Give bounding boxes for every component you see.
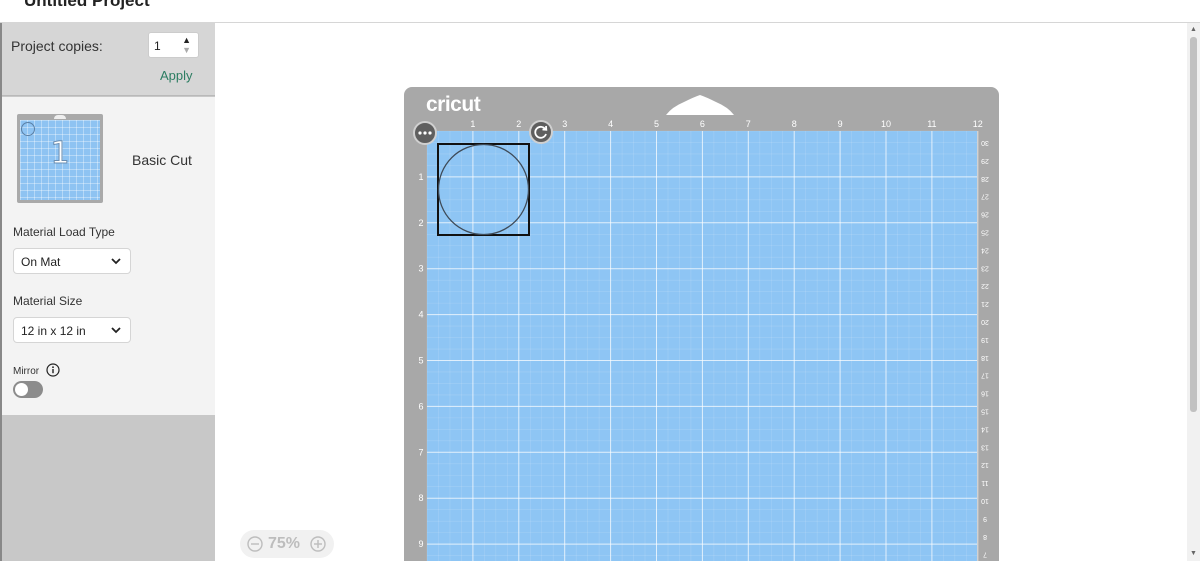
ruler-top-label: 10 xyxy=(881,119,891,129)
header: Untitled Project xyxy=(0,0,1200,23)
ruler-right-label: 20 xyxy=(981,318,989,325)
ruler-right-label: 30 xyxy=(981,139,989,146)
ruler-right-label: 24 xyxy=(981,246,989,253)
ruler-right-label: 18 xyxy=(981,354,989,361)
ruler-right-label: 7 xyxy=(983,551,987,558)
ruler-right-label: 17 xyxy=(981,372,989,379)
ruler-top-label: 2 xyxy=(516,119,521,129)
ruler-top-label: 9 xyxy=(838,119,843,129)
ruler-left-label: 5 xyxy=(418,356,423,366)
ruler-right-label: 14 xyxy=(981,425,989,432)
chevron-down-icon xyxy=(111,258,121,265)
ruler-right-label: 21 xyxy=(981,300,989,307)
ruler-top-label: 5 xyxy=(654,119,659,129)
increment-arrow-icon[interactable]: ▲ xyxy=(182,35,191,45)
ruler-top-label: 7 xyxy=(746,119,751,129)
ruler-left-label: 6 xyxy=(418,401,423,411)
copies-value: 1 xyxy=(154,39,161,53)
zoom-out-icon[interactable] xyxy=(247,536,263,552)
ruler-right-label: 13 xyxy=(981,443,989,450)
ruler-right-label: 29 xyxy=(981,157,989,164)
chevron-down-icon xyxy=(111,327,121,334)
ruler-right-label: 12 xyxy=(981,461,989,468)
scroll-up-arrow-icon[interactable]: ▲ xyxy=(1190,26,1197,33)
cricut-logo: cricut xyxy=(426,93,481,116)
ruler-left-label: 7 xyxy=(418,447,423,457)
ruler-left-label: 4 xyxy=(418,310,423,320)
ruler-top-label: 8 xyxy=(792,119,797,129)
scrollbar-thumb[interactable] xyxy=(1190,37,1197,412)
ruler-top-label: 1 xyxy=(470,119,475,129)
circle-shape-thumbnail xyxy=(21,122,35,136)
ruler-left-label: 1 xyxy=(418,172,423,182)
copies-panel: Project copies: 1 ▲ ▼ Apply xyxy=(2,23,215,96)
ruler-right-label: 26 xyxy=(981,211,989,218)
ruler-right-label: 27 xyxy=(981,193,989,200)
mat-thumbnail[interactable]: 1 xyxy=(17,114,103,203)
app-window: Untitled Project Project copies: 1 ▲ ▼ A… xyxy=(0,0,1200,561)
toggle-knob xyxy=(15,383,28,396)
mat-grid: 1 2 3 4 5 6 7 8 9 10 11 121234567893029282726252423… xyxy=(418,119,989,561)
ruler-left-label: 9 xyxy=(418,539,423,549)
ruler-right-label: 15 xyxy=(981,408,989,415)
copies-stepper[interactable]: 1 ▲ ▼ xyxy=(148,32,199,58)
material-size-select[interactable]: 12 in x 12 in xyxy=(13,317,131,343)
load-type-select[interactable]: On Mat xyxy=(13,248,131,274)
sidebar: Project copies: 1 ▲ ▼ Apply 1 Basic Cut … xyxy=(0,23,215,561)
copies-label: Project copies: xyxy=(11,38,103,54)
ruler-top-label: 6 xyxy=(700,119,705,129)
ruler-left-label: 3 xyxy=(418,264,423,274)
ruler-right-label: 10 xyxy=(981,497,989,504)
more-dots-icon xyxy=(418,131,432,135)
ruler-right-label: 23 xyxy=(981,264,989,271)
zoom-level: 75% xyxy=(268,535,301,552)
mirror-label: Mirror xyxy=(13,366,40,377)
ruler-right-label: 25 xyxy=(981,229,989,236)
canvas-area[interactable]: 1 2 3 4 5 6 7 8 9 10 11 12 1 2 3 4 5 6 7 8 9 30 29 28 27 26 25 24 23… xyxy=(215,23,1187,561)
ruler-left-label: 8 xyxy=(418,493,423,503)
more-options-button[interactable] xyxy=(413,121,437,145)
apply-button[interactable]: Apply xyxy=(160,68,193,83)
material-size-label: Material Size xyxy=(13,294,83,308)
rotate-icon xyxy=(534,125,548,139)
rotate-button[interactable] xyxy=(529,120,553,144)
mat-name: Basic Cut xyxy=(132,152,192,168)
decrement-arrow-icon[interactable]: ▼ xyxy=(182,45,191,55)
ruler-right-label: 11 xyxy=(981,479,988,486)
vertical-scrollbar[interactable]: ▲ ▼ xyxy=(1187,23,1200,561)
ruler-right-label: 16 xyxy=(981,390,989,397)
mat-handle-notch xyxy=(666,95,734,115)
ruler-top-label: 12 xyxy=(973,119,983,129)
scroll-down-arrow-icon[interactable]: ▼ xyxy=(1190,550,1197,557)
material-size-value: 12 in x 12 in xyxy=(21,324,86,338)
zoom-in-icon[interactable] xyxy=(310,536,326,552)
mirror-toggle[interactable] xyxy=(13,381,43,398)
info-icon[interactable] xyxy=(46,363,60,377)
load-type-label: Material Load Type xyxy=(13,225,115,239)
mat-number: 1 xyxy=(50,136,70,172)
ruler-right-label: 22 xyxy=(981,282,989,289)
zoom-control: 75% xyxy=(240,530,334,558)
mat-panel: 1 Basic Cut Material Load Type On Mat Ma… xyxy=(2,97,215,415)
mat-notch xyxy=(54,115,66,119)
ruler-left-label: 2 xyxy=(418,218,423,228)
project-title: Untitled Project xyxy=(24,0,150,10)
ruler-right-label: 28 xyxy=(981,175,989,182)
load-type-value: On Mat xyxy=(21,255,61,269)
ruler-right-label: 9 xyxy=(983,515,987,522)
ruler-right-label: 19 xyxy=(981,336,989,343)
ruler-top-label: 4 xyxy=(608,119,613,129)
ruler-top-label: 3 xyxy=(562,119,567,129)
ruler-top-label: 11 xyxy=(927,119,936,129)
cutting-mat: 1 2 3 4 5 6 7 8 9 10 11 12 1 2 3 4 5 6 7 8 9 30 29 28 27 26 25 24 23… xyxy=(404,87,999,561)
ruler-right-label: 8 xyxy=(983,533,987,540)
